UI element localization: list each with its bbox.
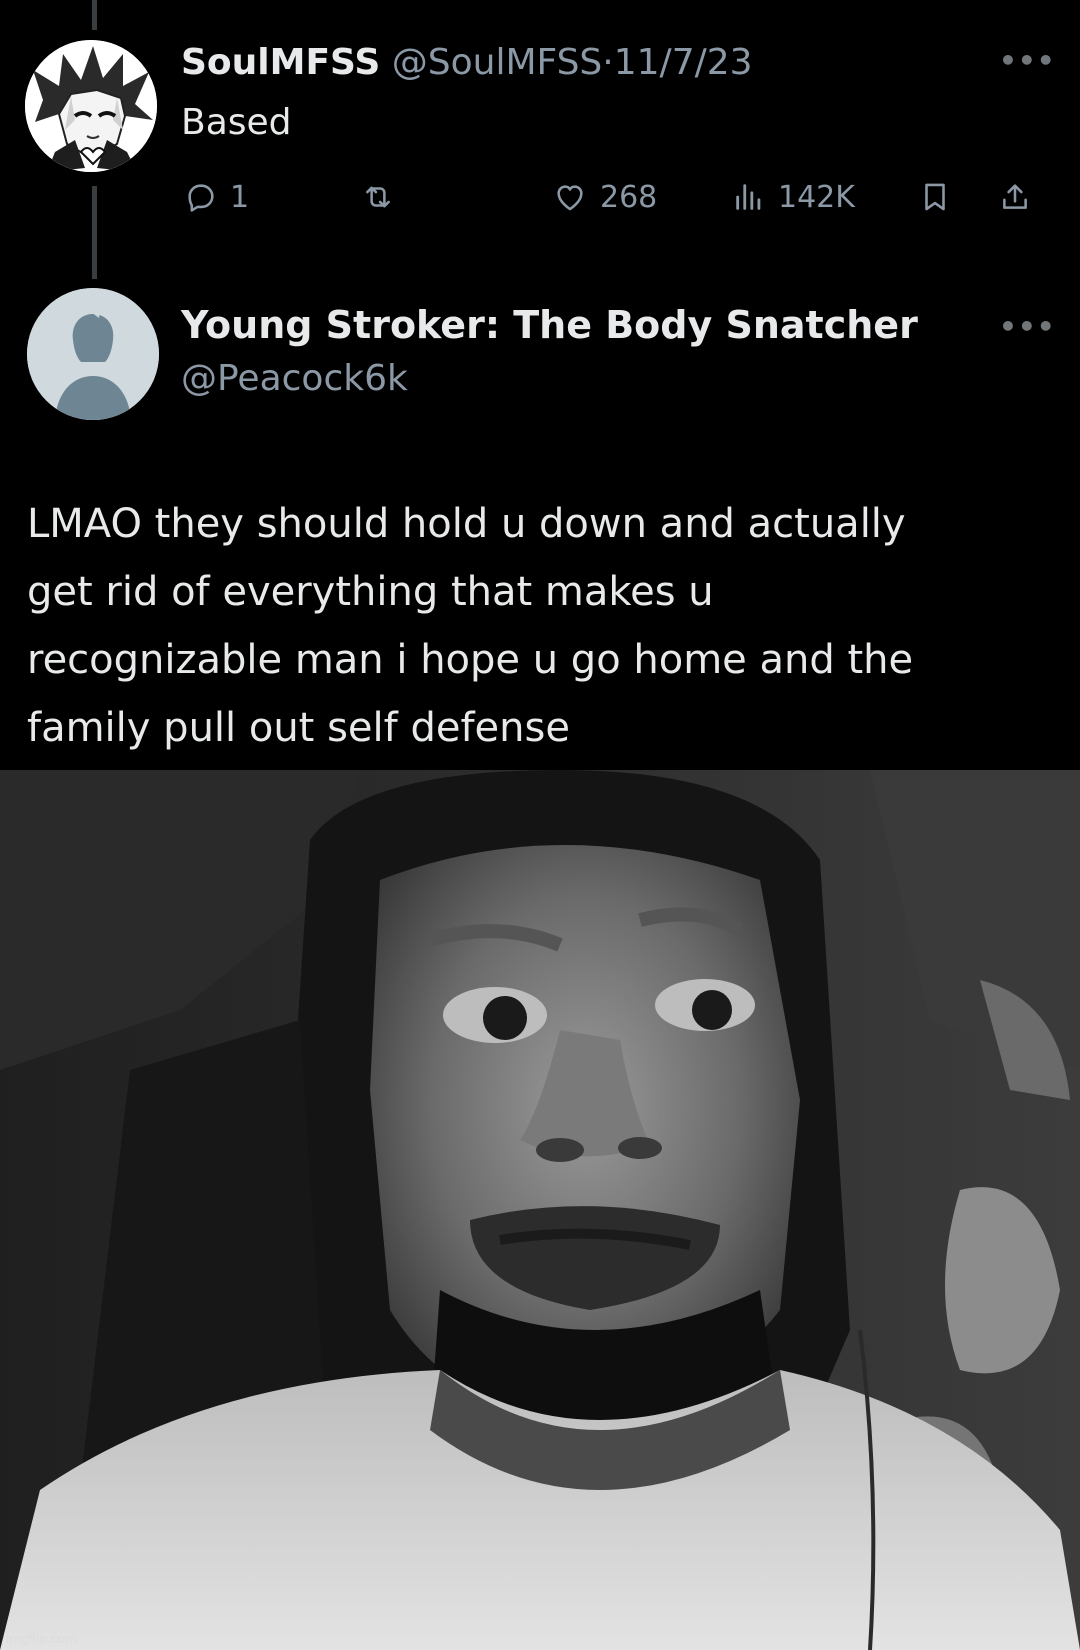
- tweet-actions: 1 268 142K: [180, 172, 1050, 222]
- reply-text-line: family pull out self defense: [27, 705, 570, 751]
- tweet-text: Based: [181, 102, 292, 143]
- more-dots-icon[interactable]: •••: [999, 310, 1056, 343]
- reply-author-handle[interactable]: @Peacock6k: [181, 357, 408, 401]
- more-dots-icon[interactable]: •••: [999, 44, 1056, 77]
- like-count: 268: [600, 179, 658, 215]
- like-button[interactable]: 268: [552, 172, 657, 222]
- reply-icon: [188, 184, 214, 212]
- bookmark-icon: [925, 183, 945, 211]
- bookmark-button[interactable]: [918, 172, 952, 222]
- reply-text: LMAO they should hold u down and actuall…: [27, 490, 1047, 762]
- reply-count: 1: [230, 179, 250, 215]
- heart-icon: [557, 185, 583, 211]
- views-count: 142K: [778, 179, 855, 215]
- retweet-button[interactable]: [360, 172, 396, 222]
- tweet-header: SoulMFSS @SoulMFSS·11/7/23: [181, 41, 753, 85]
- imgflip-watermark: imgflip.com: [6, 1632, 77, 1646]
- views-button[interactable]: 142K: [732, 172, 855, 222]
- retweet-icon: [366, 186, 390, 208]
- reply-button[interactable]: 1: [184, 172, 249, 222]
- views-icon: [736, 184, 761, 210]
- peacock6k-avatar[interactable]: [27, 288, 159, 420]
- reply-text-line: LMAO they should hold u down and actuall…: [27, 501, 906, 547]
- tweet-date[interactable]: 11/7/23: [614, 42, 753, 83]
- soulmfss-avatar[interactable]: [25, 40, 157, 172]
- separator-dot: ·: [602, 42, 614, 83]
- reaction-photo-image: [0, 770, 1080, 1650]
- share-button[interactable]: [998, 172, 1032, 222]
- share-icon: [1003, 184, 1027, 209]
- author-handle[interactable]: @SoulMFSS: [392, 42, 603, 83]
- thread-line-top: [92, 0, 97, 30]
- default-avatar-image: [27, 288, 159, 420]
- thread-line-connector: [92, 186, 97, 279]
- reply-text-line: recognizable man i hope u go home and th…: [27, 637, 914, 683]
- reply-author-display-name[interactable]: Young Stroker: The Body Snatcher: [181, 302, 918, 348]
- reaction-photo: imgflip.com: [0, 770, 1080, 1650]
- anime-avatar-image: [25, 40, 157, 172]
- author-display-name[interactable]: SoulMFSS: [181, 42, 380, 83]
- reply-text-line: get rid of everything that makes u: [27, 569, 714, 615]
